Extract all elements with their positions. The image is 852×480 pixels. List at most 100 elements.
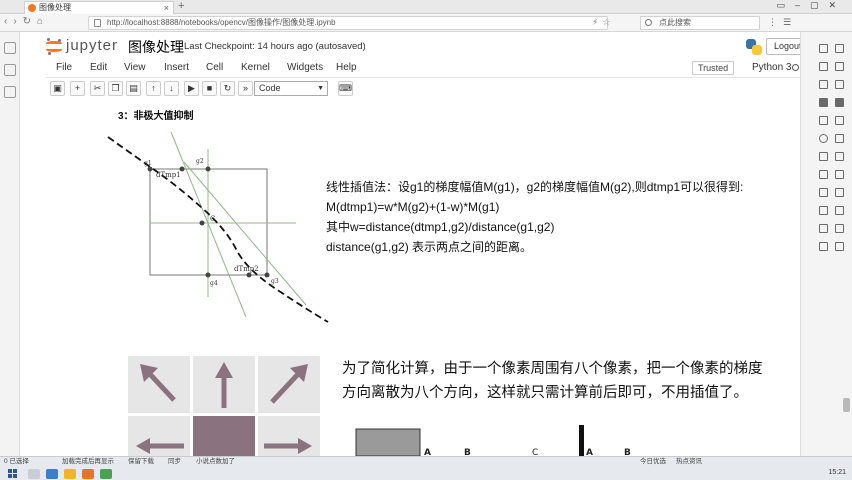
new-tab-icon[interactable]: + [178, 0, 184, 12]
menu-edit[interactable]: Edit [90, 62, 107, 73]
move-up-icon[interactable]: ↑ [146, 81, 161, 96]
sidebar-favorites-icon[interactable] [3, 42, 16, 54]
formula-line-2: M(dtmp1)=w*M(g2)+(1-w)*M(g1) [326, 200, 500, 214]
right-tool-strip [800, 32, 852, 456]
interrupt-icon[interactable]: ■ [202, 81, 217, 96]
tool-icon-3[interactable] [819, 62, 828, 71]
close-tab-icon[interactable]: × [164, 2, 169, 14]
trusted-indicator[interactable]: Trusted [692, 61, 735, 75]
screen: 图像处理 × + ▭–▢✕ ‹›↻⌂ http://localhost:8888… [0, 0, 852, 480]
tool-icon-5[interactable] [819, 80, 828, 89]
simplification-note: 为了简化计算，由于一个像素周围有八个像素，把一个像素的梯度 方向离散为八个方向，… [342, 357, 763, 405]
pencil-icon[interactable] [819, 116, 828, 125]
rect-tool-icon[interactable] [835, 134, 844, 143]
menu-file[interactable]: File [56, 62, 72, 73]
menu-cell[interactable]: Cell [206, 62, 223, 73]
menu-widgets[interactable]: Widgets [287, 62, 323, 73]
status-item-4[interactable]: 小说点数加了 [196, 457, 235, 467]
formula-line-1: 线性插值法：设g1的梯度幅值M(g1)，g2的梯度幅值M(g2),则dtmp1可… [326, 180, 744, 194]
tool-icon-8[interactable] [835, 98, 844, 107]
save-icon[interactable]: ▣ [50, 81, 65, 96]
notebook-title[interactable]: 图像处理 [128, 37, 184, 57]
point-g4 [205, 272, 211, 278]
sidebar-download-icon[interactable] [3, 86, 16, 98]
jupyter-logo-icon[interactable] [46, 38, 62, 55]
windows-start-icon[interactable] [8, 469, 18, 479]
browser-tab-bar: 图像处理 × + ▭–▢✕ [0, 0, 852, 14]
tool-icon-15[interactable] [819, 206, 828, 215]
jupyter-taskbar-icon[interactable] [82, 469, 94, 479]
nav-buttons[interactable]: ‹›↻⌂ [4, 16, 49, 27]
browser-tab[interactable]: 图像处理 × [24, 1, 174, 14]
run-icon[interactable]: ▶ [184, 81, 199, 96]
eight-direction-grid [128, 356, 320, 473]
app-taskbar-icon[interactable] [100, 469, 112, 479]
taskbar-clock[interactable]: 15:21 [828, 469, 846, 476]
address-actions[interactable]: ⚡☆ [592, 17, 614, 28]
label-b2: B [624, 448, 631, 456]
status-right-1[interactable]: 今日优选 [640, 457, 666, 467]
browser-search-input[interactable]: 点此搜索 [640, 16, 760, 30]
circle-tool-icon[interactable] [819, 134, 828, 143]
menu-view[interactable]: View [124, 62, 146, 73]
tool-icon-7[interactable] [819, 98, 828, 107]
brush-icon[interactable] [835, 116, 844, 125]
tool-icon-18[interactable] [835, 224, 844, 233]
browser-taskbar-icon[interactable] [46, 469, 58, 479]
status-item-2[interactable]: 保留下载 [128, 457, 154, 467]
insert-cell-icon[interactable]: + [70, 81, 85, 96]
label-b1: B [464, 448, 471, 456]
cell-type-select[interactable]: Code ▼ [254, 81, 328, 96]
arrow-ne-icon [270, 364, 308, 404]
tool-icon-2[interactable] [835, 44, 844, 53]
sidebar-history-icon[interactable] [3, 64, 16, 76]
status-item-1[interactable]: 加载完成后再显示 [62, 457, 114, 467]
direction-cell-ne [258, 356, 320, 413]
arrow-e-icon [264, 438, 312, 454]
cell-type-value: Code [259, 83, 281, 93]
point-g1 [147, 166, 153, 172]
command-palette-icon[interactable]: ⌨ [338, 81, 353, 96]
tool-icon-11[interactable] [819, 170, 828, 179]
notebook-toolbar: ▣ + ✂ ❐ ▤ ↑ ↓ ▶ ■ ↻ » Code ▼ ⌨ [46, 80, 800, 98]
label-c: C [532, 448, 538, 456]
move-down-icon[interactable]: ↓ [164, 81, 179, 96]
menu-help[interactable]: Help [336, 62, 357, 73]
menu-kernel[interactable]: Kernel [241, 62, 270, 73]
scrollbar-thumb[interactable] [843, 398, 850, 412]
explorer-taskbar-icon[interactable] [64, 469, 76, 479]
tool-icon-19[interactable] [819, 242, 828, 251]
status-item-3[interactable]: 同步 [168, 457, 181, 467]
restart-run-icon[interactable]: » [238, 81, 253, 96]
edge-curve [107, 136, 329, 323]
url-field[interactable]: http://localhost:8888/notebooks/opencv/图… [88, 16, 608, 30]
browser-search-placeholder: 点此搜索 [659, 18, 691, 27]
tool-icon-16[interactable] [835, 206, 844, 215]
paste-icon[interactable]: ▤ [126, 81, 141, 96]
search-icon [645, 19, 652, 26]
status-right-2[interactable]: 热点资讯 [676, 457, 702, 467]
cut-icon[interactable]: ✂ [90, 81, 105, 96]
tool-icon-12[interactable] [835, 170, 844, 179]
point-c [199, 220, 205, 226]
menu-insert[interactable]: Insert [164, 62, 189, 73]
restart-icon[interactable]: ↻ [220, 81, 235, 96]
copy-icon[interactable]: ❐ [108, 81, 123, 96]
python-logo-icon [746, 39, 762, 55]
taskbar: 0 已选择 加载完成后再显示 保留下载 同步 小说点数加了 今日优选 热点资讯 … [0, 456, 852, 480]
tool-icon-13[interactable] [819, 188, 828, 197]
browser-menu-icons[interactable]: ⋮☰ [768, 17, 797, 28]
jupyter-brand[interactable]: jupyter [66, 37, 118, 54]
tool-icon-9[interactable] [819, 152, 828, 161]
tool-icon-10[interactable] [835, 152, 844, 161]
nms-interpolation-diagram: dTmp1 g1 g2 C dTmp2 g3 g4 [107, 131, 329, 323]
window-controls[interactable]: ▭–▢✕ [776, 0, 846, 11]
tool-icon-14[interactable] [835, 188, 844, 197]
tool-icon-1[interactable] [819, 44, 828, 53]
tool-icon-17[interactable] [819, 224, 828, 233]
search-taskbar-icon[interactable] [28, 469, 40, 479]
tool-icon-4[interactable] [835, 62, 844, 71]
label-g1: g1 [144, 160, 152, 167]
tool-icon-6[interactable] [835, 80, 844, 89]
tool-icon-20[interactable] [835, 242, 844, 251]
